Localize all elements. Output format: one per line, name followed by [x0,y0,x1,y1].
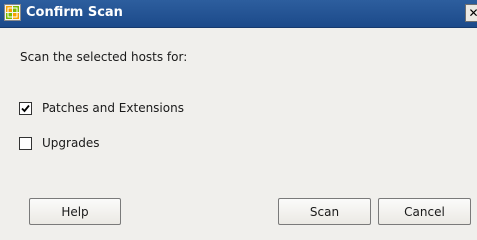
patches-extensions-label: Patches and Extensions [42,101,184,115]
upgrades-label: Upgrades [42,136,100,150]
close-button[interactable]: ✕ [465,4,477,22]
dialog-body: Scan the selected hosts for: Patches and… [0,28,477,240]
patches-extensions-option[interactable]: Patches and Extensions [19,100,184,116]
vsphere-client-icon [4,4,21,21]
upgrades-checkbox[interactable] [19,136,32,150]
checkmark-icon [21,104,30,112]
scan-button[interactable]: Scan [278,198,371,225]
window-title: Confirm Scan [26,5,123,20]
confirm-scan-dialog: Confirm Scan ✕ Scan the selected hosts f… [0,0,477,240]
scan-prompt: Scan the selected hosts for: [20,50,188,64]
upgrades-option[interactable]: Upgrades [19,135,100,151]
close-icon: ✕ [468,6,477,20]
cancel-button[interactable]: Cancel [378,198,471,225]
patches-extensions-checkbox[interactable] [19,101,32,115]
title-bar[interactable]: Confirm Scan ✕ [0,0,477,28]
help-button[interactable]: Help [29,198,121,225]
